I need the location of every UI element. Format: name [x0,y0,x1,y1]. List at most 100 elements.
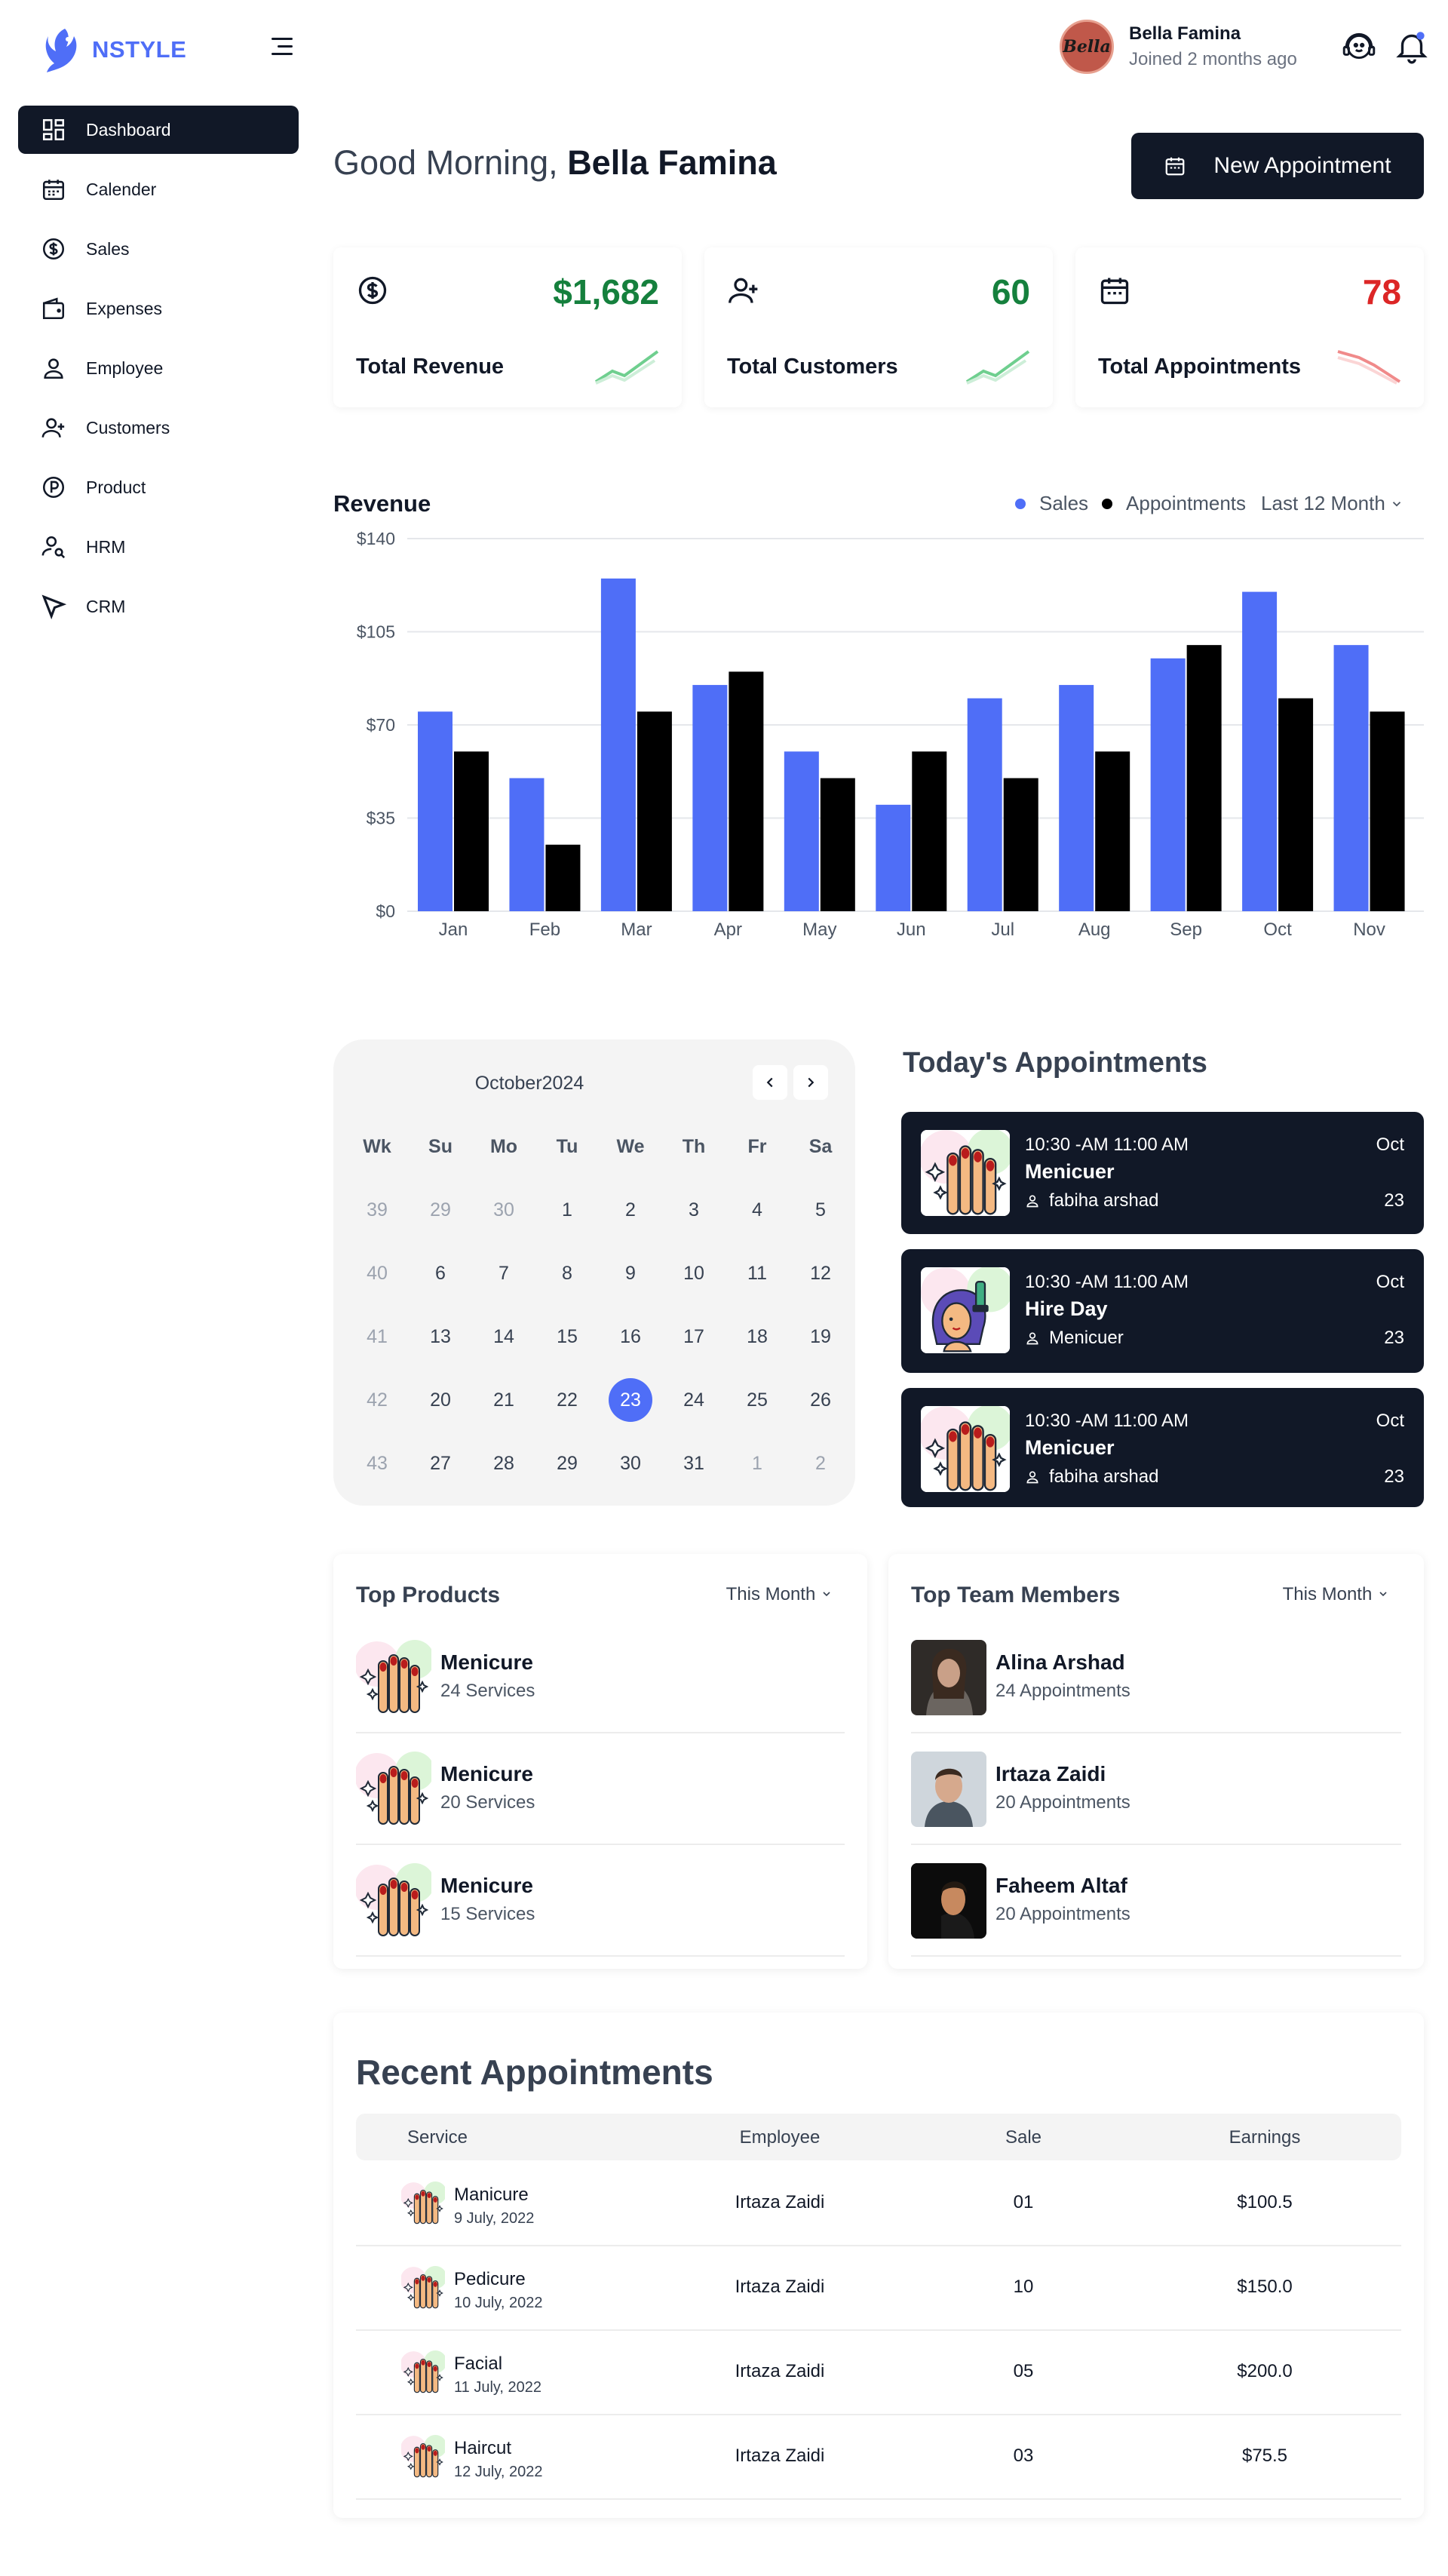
calendar-day[interactable]: 2 [599,1199,662,1221]
list-item[interactable]: Alina Arshad 24 Appointments [911,1622,1401,1733]
earnings-cell: $75.5 [1241,2446,1288,2466]
calendar-day[interactable]: 9 [599,1263,662,1285]
appointment-person-name: fabiha arshad [1049,1466,1159,1487]
calendar-widget: October2024 Wk Su Mo Tu We Th Fr Sa 39 29 30 1 2 3 4 5 4… [333,1039,855,1506]
calendar-next-button[interactable] [793,1065,828,1100]
appointment-month: Oct [1376,1134,1404,1155]
sidebar-item-product[interactable]: Product [18,463,299,511]
sidebar-item-crm[interactable]: CRM [18,582,299,631]
service-date: 12 July, 2022 [454,2464,543,2480]
bar-sales [692,685,728,911]
bell-icon[interactable] [1393,28,1431,66]
table-row[interactable]: Haircut 12 July, 2022 Irtaza Zaidi 03 $7… [356,2415,1401,2500]
calendar-day[interactable]: 29 [409,1199,472,1221]
calendar-day[interactable]: 10 [662,1263,726,1285]
calendar-day[interactable]: 18 [726,1326,789,1348]
brand-logo[interactable]: NSTYLE [42,26,186,74]
calendar-day[interactable]: 26 [789,1389,852,1411]
team-member-photo [911,1752,986,1827]
hair-dye-illustration [921,1267,1010,1353]
calendar-day[interactable]: 24 [662,1389,726,1411]
list-item[interactable]: Menicure 20 Services [356,1733,845,1845]
calendar-day[interactable]: 27 [409,1453,472,1475]
list-item[interactable]: Irtaza Zaidi 20 Appointments [911,1733,1401,1845]
calendar-day[interactable]: 30 [599,1453,662,1475]
calendar-day[interactable]: 23 [599,1378,662,1422]
calendar-day[interactable]: 3 [662,1199,726,1221]
sidebar-item-calender[interactable]: Calender [18,165,299,213]
sidebar-item-sales[interactable]: Sales [18,225,299,273]
sidebar-item-customers[interactable]: Customers [18,404,299,452]
table-row[interactable]: Facial 11 July, 2022 Irtaza Zaidi 05 $20… [356,2331,1401,2415]
earnings-cell: $150.0 [1237,2277,1293,2297]
wallet-icon [42,297,65,320]
headset-icon[interactable] [1340,28,1378,66]
new-appointment-button[interactable]: New Appointment [1131,133,1424,199]
calendar-day[interactable]: 11 [726,1263,789,1285]
selected-day[interactable]: 23 [609,1378,652,1422]
avatar[interactable]: Bella [1060,20,1114,74]
list-item[interactable]: Faheem Altaf 20 Appointments [911,1845,1401,1957]
calendar-day[interactable]: 20 [409,1389,472,1411]
sidebar-item-label: Product [86,477,146,497]
calendar-day[interactable]: 14 [472,1326,535,1348]
calendar-prev-button[interactable] [753,1065,787,1100]
table-row[interactable]: Manicure 9 July, 2022 Irtaza Zaidi 01 $1… [356,2162,1401,2246]
bar-appointments [545,844,581,911]
sidebar-item-dashboard[interactable]: Dashboard [18,106,299,154]
calendar-day[interactable]: 21 [472,1389,535,1411]
list-item[interactable]: Menicure 24 Services [356,1622,845,1733]
appointment-card[interactable]: 10:30 -AM 11:00 AM Menicuer fabiha arsha… [901,1388,1424,1507]
calendar-day[interactable]: 1 [535,1199,599,1221]
calendar-day[interactable]: 12 [789,1263,852,1285]
calendar-day[interactable]: 28 [472,1453,535,1475]
dashboard-icon [42,118,65,141]
calendar-day[interactable]: 7 [472,1263,535,1285]
user-profile[interactable]: Bella Bella Famina Joined 2 months ago [1060,20,1431,74]
manicure-illustration [356,1640,431,1715]
earnings-cell: $200.0 [1237,2361,1293,2381]
stat-card-appointments[interactable]: 78 Total Appointments [1075,247,1424,407]
calendar-icon [1166,157,1185,176]
calendar-day[interactable]: 16 [599,1326,662,1348]
calendar-day[interactable]: 29 [535,1453,599,1475]
appointment-service: Hire Day [1025,1297,1108,1320]
legend-label: Sales [1039,492,1089,514]
calendar-day[interactable]: 30 [472,1199,535,1221]
sidebar-item-employee[interactable]: Employee [18,344,299,392]
calendar-day[interactable]: 4 [726,1199,789,1221]
member-name: Irtaza Zaidi [996,1762,1106,1785]
list-item[interactable]: Menicure 15 Services [356,1845,845,1957]
calendar-day[interactable]: 6 [409,1263,472,1285]
manicure-illustration [401,2266,445,2310]
profile-joined: Joined 2 months ago [1129,49,1297,69]
table-row[interactable]: Pedicure 10 July, 2022 Irtaza Zaidi 10 $… [356,2246,1401,2331]
calendar-day[interactable]: 8 [535,1263,599,1285]
calendar-day[interactable]: 5 [789,1199,852,1221]
sidebar-item-hrm[interactable]: HRM [18,523,299,571]
week-number: 43 [367,1452,388,1474]
stat-card-customers[interactable]: 60 Total Customers [704,247,1053,407]
calendar-week-row: 40 6 7 8 9 10 11 12 [345,1242,852,1305]
top-team-filter[interactable]: This Month [1283,1584,1389,1605]
calendar-day[interactable]: 31 [662,1453,726,1475]
appointment-card[interactable]: 10:30 -AM 11:00 AM Menicuer fabiha arsha… [901,1112,1424,1234]
calendar-day[interactable]: 2 [789,1453,852,1475]
x-tick-label: Apr [714,920,742,940]
stat-card-revenue[interactable]: $1,682 Total Revenue [333,247,682,407]
calendar-day[interactable]: 13 [409,1326,472,1348]
top-products-filter[interactable]: This Month [726,1584,833,1605]
table-header: Service Employee Sale Earnings [356,2114,1401,2160]
calendar-day[interactable]: 19 [789,1326,852,1348]
calendar-day[interactable]: 15 [535,1326,599,1348]
calendar-day[interactable]: 25 [726,1389,789,1411]
calendar-day[interactable]: 1 [726,1453,789,1475]
sidebar-item-expenses[interactable]: Expenses [18,284,299,333]
calendar-day[interactable]: 17 [662,1326,726,1348]
calendar-day[interactable]: 22 [535,1389,599,1411]
x-tick-label: Mar [621,920,652,940]
menu-toggle-icon[interactable] [268,38,293,59]
appointment-card[interactable]: 10:30 -AM 11:00 AM Hire Day Menicuer Oct… [901,1249,1424,1373]
service-name: Haircut [454,2438,512,2458]
revenue-filter-dropdown[interactable]: Last 12 Month [1261,492,1404,515]
